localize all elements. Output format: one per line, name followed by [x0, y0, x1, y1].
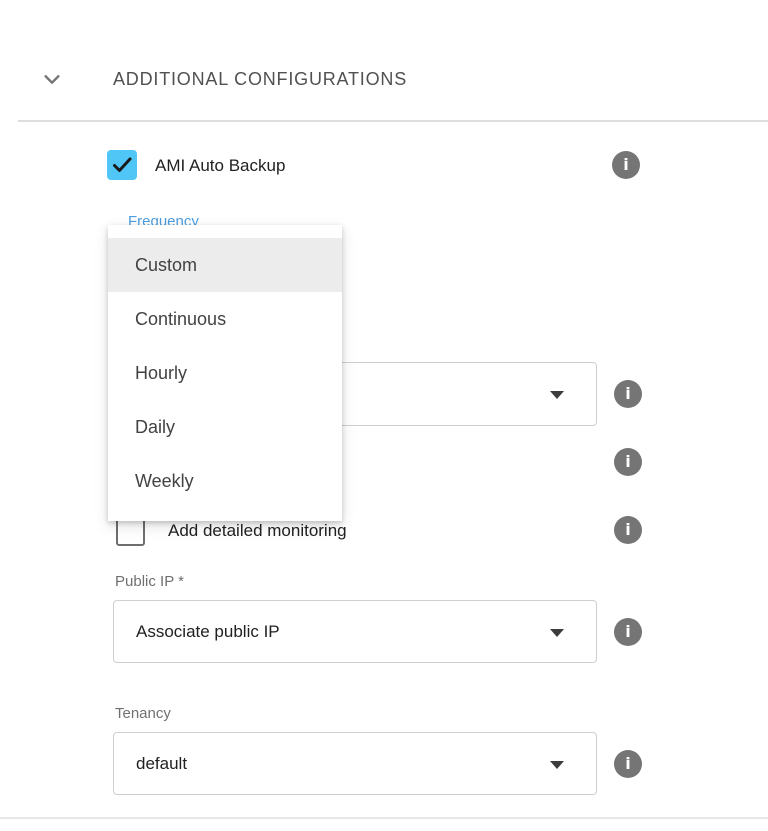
- tenancy-select[interactable]: default: [113, 732, 597, 795]
- public-ip-value: Associate public IP: [136, 622, 280, 642]
- frequency-dropdown-menu: Custom Continuous Hourly Daily Weekly: [108, 225, 342, 521]
- tenancy-label: Tenancy: [115, 705, 171, 723]
- divider: [18, 120, 768, 122]
- public-ip-select[interactable]: Associate public IP: [113, 600, 597, 663]
- info-icon[interactable]: i: [614, 750, 642, 778]
- caret-down-icon: [550, 761, 564, 769]
- detailed-monitoring-checkbox[interactable]: [116, 517, 145, 546]
- chevron-down-icon: [41, 68, 63, 90]
- detailed-monitoring-label: Add detailed monitoring: [168, 521, 347, 541]
- menu-item-continuous[interactable]: Continuous: [108, 292, 342, 346]
- info-icon[interactable]: i: [612, 151, 640, 179]
- public-ip-label: Public IP *: [115, 573, 184, 591]
- info-icon[interactable]: i: [614, 516, 642, 544]
- section-title: ADDITIONAL CONFIGURATIONS: [113, 69, 407, 90]
- divider: [0, 817, 768, 819]
- ami-auto-backup-label: AMI Auto Backup: [155, 156, 285, 176]
- menu-item-weekly[interactable]: Weekly: [108, 454, 342, 508]
- ami-auto-backup-checkbox[interactable]: [107, 150, 137, 180]
- info-icon[interactable]: i: [614, 380, 642, 408]
- caret-down-icon: [550, 391, 564, 399]
- menu-item-hourly[interactable]: Hourly: [108, 346, 342, 400]
- caret-down-icon: [550, 629, 564, 637]
- info-icon[interactable]: i: [614, 448, 642, 476]
- menu-item-custom[interactable]: Custom: [108, 238, 342, 292]
- additional-configurations-section: ADDITIONAL CONFIGURATIONS AMI Auto Backu…: [0, 0, 768, 831]
- checkmark-icon: [110, 153, 134, 177]
- menu-item-daily[interactable]: Daily: [108, 400, 342, 454]
- info-icon[interactable]: i: [614, 618, 642, 646]
- section-collapse-button[interactable]: [40, 67, 64, 91]
- tenancy-value: default: [136, 754, 187, 774]
